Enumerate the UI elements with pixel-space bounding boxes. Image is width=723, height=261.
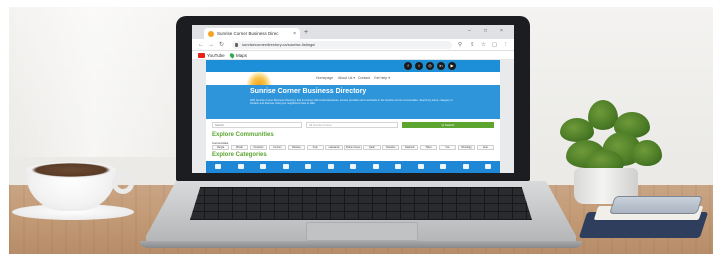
laptop-screen: Sunrise Corner Business Direc × + – □ × … [192,25,514,173]
hero-title: Sunrise Corner Business Directory [250,88,367,95]
bookmark-label: Maps [236,53,248,58]
menu-icon[interactable]: ⋮ [503,41,509,49]
star-icon[interactable]: ☆ [481,41,486,49]
nav-contact[interactable]: Contact [358,76,370,80]
home-icon[interactable] [462,164,469,169]
nav-home[interactable]: Homepage [316,76,333,80]
categories-title: Explore Categories [212,152,267,158]
new-tab-button[interactable]: + [304,28,308,37]
back-icon[interactable]: ← [198,41,204,49]
lock-icon [235,43,238,47]
community-chip[interactable]: Tilden [419,145,438,150]
plant-leaf [632,140,662,166]
url-field[interactable]: sunrisecornerdirectory.ca/sunrise-listin… [232,41,452,49]
community-chip[interactable]: Harlowe [287,145,305,150]
nav-about[interactable]: About Us ▾ [338,76,355,80]
close-window-button[interactable]: × [500,27,503,35]
maps-icon [228,52,236,59]
calendar-icon[interactable] [440,164,446,169]
sidepanel-icon[interactable]: ▢ [492,41,497,49]
bed-icon[interactable] [215,164,221,169]
youtube-icon [198,53,205,58]
sunrise-logo[interactable] [246,71,272,85]
maximize-button[interactable]: □ [484,27,487,35]
gear-icon[interactable] [305,164,311,169]
community-chip[interactable]: Rosaline [382,145,400,150]
facebook-icon[interactable]: f [404,62,412,70]
briefcase-icon[interactable] [417,164,424,169]
linkedin-icon[interactable]: in [437,62,445,70]
coffee-surface [26,162,116,178]
community-chip[interactable]: Prairie Caves [344,145,362,150]
favicon-icon [208,30,214,37]
community-chip[interactable]: Vos [438,145,457,150]
share-icon[interactable]: ⇪ [470,41,475,49]
building-icon[interactable] [237,164,244,169]
cup-handle [112,172,134,194]
location-select[interactable]: All Sunrise Corner [306,122,398,128]
community-chip[interactable]: Bergla [212,145,230,150]
community-chip[interactable]: Dunarian [249,145,268,150]
bookmark-maps[interactable]: Maps [228,52,248,59]
browser-tab[interactable]: Sunrise Corner Business Direc × [204,28,300,39]
leaf-icon[interactable] [485,164,491,169]
car-icon[interactable] [260,164,266,169]
minimize-button[interactable]: – [468,27,471,35]
community-chip[interactable]: Bircab [230,145,249,150]
community-chip[interactable]: Fernton [268,145,287,150]
forward-icon[interactable]: → [208,41,214,49]
hero-description: With Sunrise Corner Business Directory, … [250,99,453,106]
reload-icon[interactable]: ↻ [219,41,224,49]
arrow-icon[interactable] [327,164,334,169]
nav-help[interactable]: Get help ▾ [374,76,390,80]
community-chip[interactable]: Woodrigg [457,145,476,150]
website-page: f t ◎ in ▶ Homepage About Us ▾ Contact G… [206,60,500,173]
tab-title: Sunrise Corner Business Direc [217,31,279,36]
search-button[interactable]: Q Search [402,122,494,128]
heart-icon[interactable] [282,164,289,169]
communities-title: Explore Communities [212,132,274,138]
bookmark-youtube[interactable]: YouTube [198,52,225,59]
website-viewport: f t ◎ in ▶ Homepage About Us ▾ Contact G… [192,60,514,173]
youtube-icon[interactable]: ▶ [448,62,456,70]
laptop-trackpad [306,222,418,241]
bookmark-label: YouTube [207,53,225,58]
laptop-keyboard [190,187,532,220]
search-icon[interactable]: ⚲ [458,41,462,49]
person-icon[interactable] [350,164,356,169]
community-chip[interactable]: Sawbuck [401,145,419,150]
twitter-icon[interactable]: t [415,62,423,70]
browser-tab-bar: Sunrise Corner Business Direc × + – □ × [192,25,514,39]
bookmarks-bar: YouTube Maps [192,51,514,60]
community-chip[interactable]: Qadir [363,145,381,150]
community-chip[interactable]: Kelp [306,145,324,150]
community-chip[interactable]: Lakelands [325,145,343,150]
smartphone [609,196,703,214]
address-bar-row: ← → ↻ sunrisecornerdirectory.ca/sunrise-… [192,39,514,51]
laptop-front-edge [140,241,582,248]
star-icon[interactable] [395,164,401,169]
community-chip[interactable]: Zeal [476,145,494,150]
instagram-icon[interactable]: ◎ [426,62,434,70]
tent-icon[interactable] [372,164,379,169]
tab-close-icon[interactable]: × [293,31,296,37]
search-input[interactable] [212,122,302,128]
